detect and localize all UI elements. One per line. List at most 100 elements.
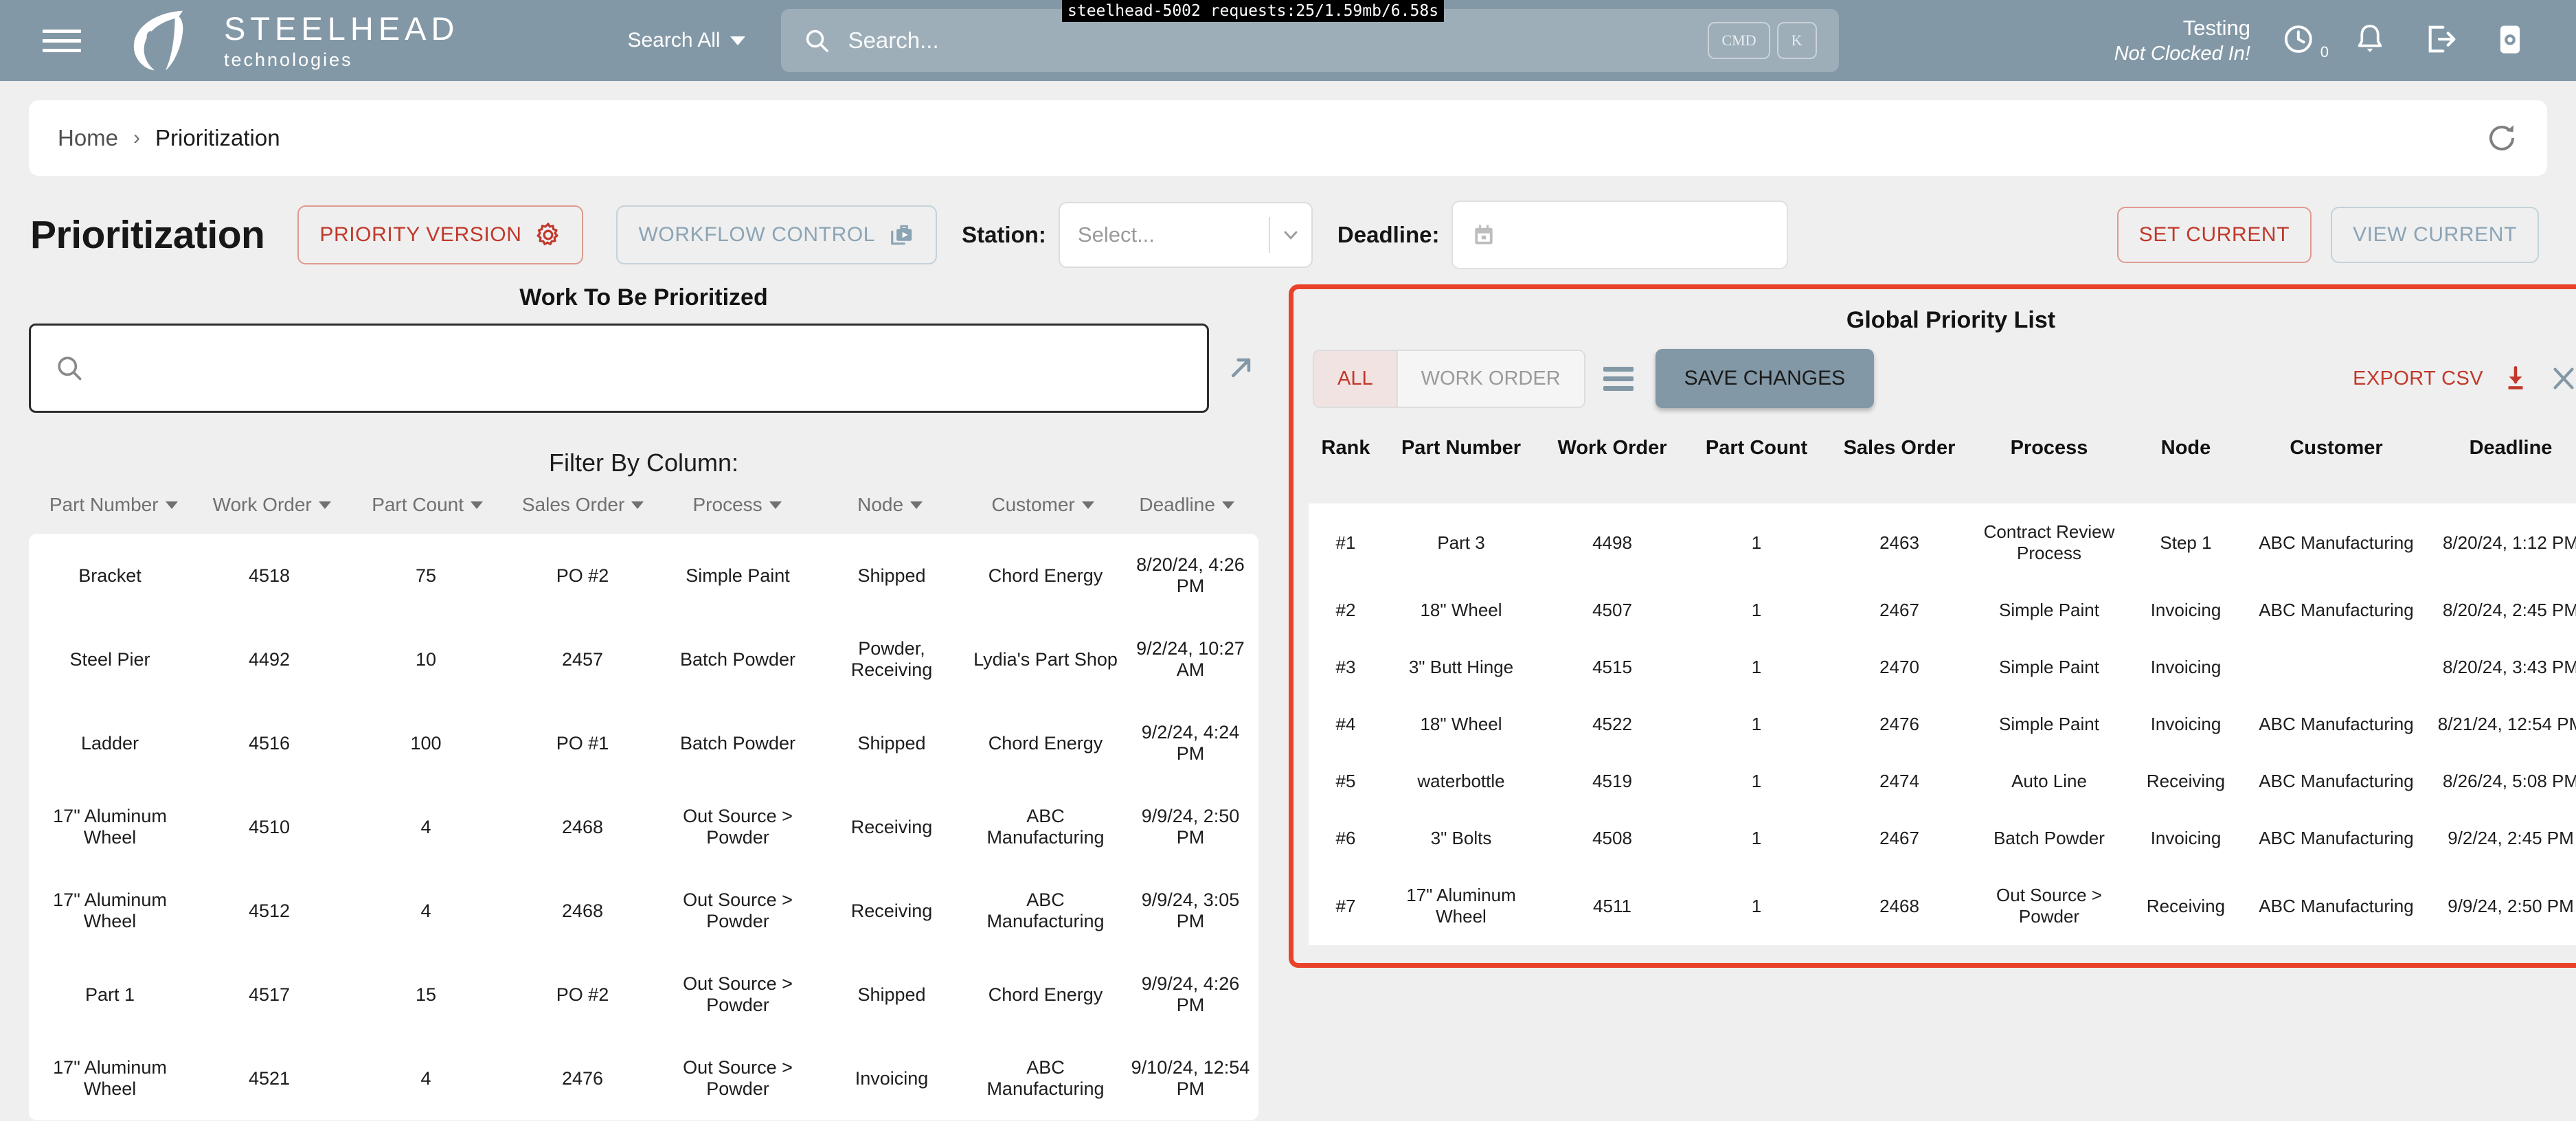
- cell-part-number[interactable]: Bracket: [29, 534, 191, 618]
- cell-part-number[interactable]: 3" Butt Hinge: [1383, 639, 1539, 696]
- column-header: Customer: [2244, 426, 2428, 503]
- cell-deadline: 8/26/24, 5:08 PM: [2428, 753, 2576, 810]
- filter-label: Process: [692, 494, 762, 515]
- list-view-icon[interactable]: [1603, 366, 1634, 391]
- cell-work-order[interactable]: 4518: [191, 534, 348, 618]
- camera-icon[interactable]: [2492, 21, 2531, 60]
- logout-icon[interactable]: [2422, 21, 2461, 60]
- cell-work-order[interactable]: 4519: [1539, 753, 1685, 810]
- steelhead-fish-logo-icon: [133, 10, 183, 71]
- table-row[interactable]: Ladder 4516 100 PO #1 Batch Powder Shipped Cho…: [29, 701, 1258, 785]
- filter-customer[interactable]: Customer: [967, 494, 1120, 516]
- cell-part-number[interactable]: 17" Aluminum Wheel: [29, 785, 191, 869]
- breadcrumb-current: Prioritization: [155, 125, 280, 150]
- cell-work-order[interactable]: 4492: [191, 618, 348, 701]
- table-row[interactable]: #5 waterbottle 4519 1 2474 Auto Line Receiving…: [1309, 753, 2576, 810]
- cell-part-count: 1: [1685, 810, 1828, 867]
- cell-work-order[interactable]: 4516: [191, 701, 348, 785]
- table-row[interactable]: #2 18" Wheel 4507 1 2467 Simple Paint Invoicin…: [1309, 582, 2576, 639]
- search-scope-label: Search All: [627, 29, 721, 52]
- search-scope-dropdown[interactable]: Search All: [627, 29, 745, 52]
- table-row[interactable]: 17" Aluminum Wheel 4510 4 2468 Out Source > …: [29, 785, 1258, 869]
- table-row[interactable]: #4 18" Wheel 4522 1 2476 Simple Paint Invoicin…: [1309, 696, 2576, 753]
- hamburger-icon[interactable]: [43, 29, 81, 52]
- tab-all[interactable]: ALL: [1314, 350, 1397, 407]
- cell-part-number[interactable]: Ladder: [29, 701, 191, 785]
- cell-customer: ABC Manufacturing: [986, 806, 1105, 848]
- brand-logo-block[interactable]: STEELHEAD technologies: [125, 8, 459, 73]
- cell-node: Shipped: [857, 984, 926, 1005]
- table-row[interactable]: Part 1 4517 15 PO #2 Out Source > Powder Ship…: [29, 953, 1258, 1037]
- filter-part-count[interactable]: Part Count: [350, 494, 505, 516]
- cell-part-number[interactable]: 17" Aluminum Wheel: [29, 1037, 191, 1120]
- cell-work-order[interactable]: 4507: [1539, 582, 1685, 639]
- download-icon[interactable]: [2501, 364, 2530, 393]
- cell-node: Invoicing: [2127, 696, 2244, 753]
- cell-work-order[interactable]: 4511: [1539, 867, 1685, 945]
- filter-process[interactable]: Process: [661, 494, 814, 516]
- cell-work-order[interactable]: 4521: [191, 1037, 348, 1120]
- cell-work-order[interactable]: 4508: [1539, 810, 1685, 867]
- cell-part-number[interactable]: 3" Bolts: [1383, 810, 1539, 867]
- chevron-down-icon[interactable]: [1270, 224, 1311, 246]
- cell-part-count: 4: [420, 1067, 431, 1089]
- cell-part-number[interactable]: 18" Wheel: [1383, 582, 1539, 639]
- cell-work-order[interactable]: 4522: [1539, 696, 1685, 753]
- set-current-button[interactable]: SET CURRENT: [2116, 207, 2312, 263]
- cell-part-number[interactable]: 17" Aluminum Wheel: [1383, 867, 1539, 945]
- view-current-button[interactable]: VIEW CURRENT: [2331, 207, 2539, 263]
- cell-part-number: Part 1: [84, 984, 135, 1005]
- user-status-block[interactable]: Testing Not Clocked In!: [2114, 15, 2250, 67]
- filter-deadline[interactable]: Deadline: [1119, 494, 1254, 516]
- cell-work-order[interactable]: 4498: [1539, 503, 1685, 582]
- workflow-control-button[interactable]: WORKFLOW CONTROL: [616, 205, 938, 264]
- kbd-k: K: [1776, 22, 1817, 59]
- table-row[interactable]: Steel Pier 4492 10 2457 Batch Powder Powder, …: [29, 618, 1258, 701]
- cell-work-order[interactable]: 4510: [191, 785, 348, 869]
- cell-customer: ABC Manufacturing: [2244, 810, 2428, 867]
- tab-work-order[interactable]: WORK ORDER: [1396, 350, 1584, 407]
- chevron-down-icon: [1081, 501, 1094, 509]
- clock-icon[interactable]: 0: [2282, 21, 2329, 60]
- table-row[interactable]: 17" Aluminum Wheel 4512 4 2468 Out Source > …: [29, 869, 1258, 953]
- right-panel-title: Global Priority List: [1846, 307, 2056, 333]
- cell-sales-order: PO #1: [556, 732, 609, 754]
- export-csv-label[interactable]: EXPORT CSV: [2353, 367, 2483, 390]
- filter-part-number[interactable]: Part Number: [33, 494, 194, 516]
- keyboard-shortcut-hint: CMD K: [1708, 22, 1817, 59]
- refresh-icon[interactable]: [2485, 122, 2518, 155]
- save-changes-button[interactable]: SAVE CHANGES: [1655, 349, 1875, 408]
- cell-work-order[interactable]: 4512: [191, 869, 348, 953]
- cell-work-order[interactable]: 4515: [1539, 639, 1685, 696]
- table-row[interactable]: #1 Part 3 4498 1 2463 Contract Review Process…: [1309, 503, 2576, 582]
- priority-version-button[interactable]: PRIORITY VERSION: [297, 205, 584, 264]
- filter-sales-order[interactable]: Sales Order: [505, 494, 660, 516]
- expand-arrow-icon[interactable]: [1223, 350, 1258, 386]
- cell-part-number: Steel Pier: [69, 648, 150, 670]
- table-row[interactable]: #7 17" Aluminum Wheel 4511 1 2468 Out Source …: [1309, 867, 2576, 945]
- breadcrumb-home[interactable]: Home: [58, 125, 118, 151]
- cell-process: Batch Powder: [1971, 810, 2127, 867]
- deadline-date-input[interactable]: [1451, 201, 1789, 269]
- table-row[interactable]: #3 3" Butt Hinge 4515 1 2470 Simple Paint Invo…: [1309, 639, 2576, 696]
- bell-icon[interactable]: [2352, 21, 2391, 60]
- filter-node[interactable]: Node: [813, 494, 967, 516]
- table-row[interactable]: #6 3" Bolts 4508 1 2467 Batch Powder Invoicing…: [1309, 810, 2576, 867]
- cell-part-number[interactable]: 18" Wheel: [1383, 696, 1539, 753]
- close-icon[interactable]: [2548, 363, 2576, 394]
- table-row[interactable]: 17" Aluminum Wheel 4521 4 2476 Out Source > …: [29, 1037, 1258, 1120]
- table-row[interactable]: Bracket 4518 75 PO #2 Simple Paint Shipped Cho…: [29, 534, 1258, 618]
- cell-node: Receiving: [2127, 753, 2244, 810]
- filter-work-order[interactable]: Work Order: [194, 494, 349, 516]
- cell-sales-order: 2476: [561, 1067, 604, 1089]
- search-icon: [806, 30, 828, 52]
- cell-node: Shipped: [857, 732, 926, 754]
- cell-sales-order: PO #2: [556, 565, 609, 586]
- station-select[interactable]: Select...: [1058, 202, 1313, 268]
- cell-process: Simple Paint: [686, 565, 790, 586]
- cell-work-order[interactable]: 4517: [191, 953, 348, 1037]
- cell-part-number[interactable]: 17" Aluminum Wheel: [29, 869, 191, 953]
- cell-part-count: 75: [415, 565, 437, 586]
- work-search-input[interactable]: [29, 324, 1209, 413]
- cell-sales-order: 2467: [1828, 810, 1971, 867]
